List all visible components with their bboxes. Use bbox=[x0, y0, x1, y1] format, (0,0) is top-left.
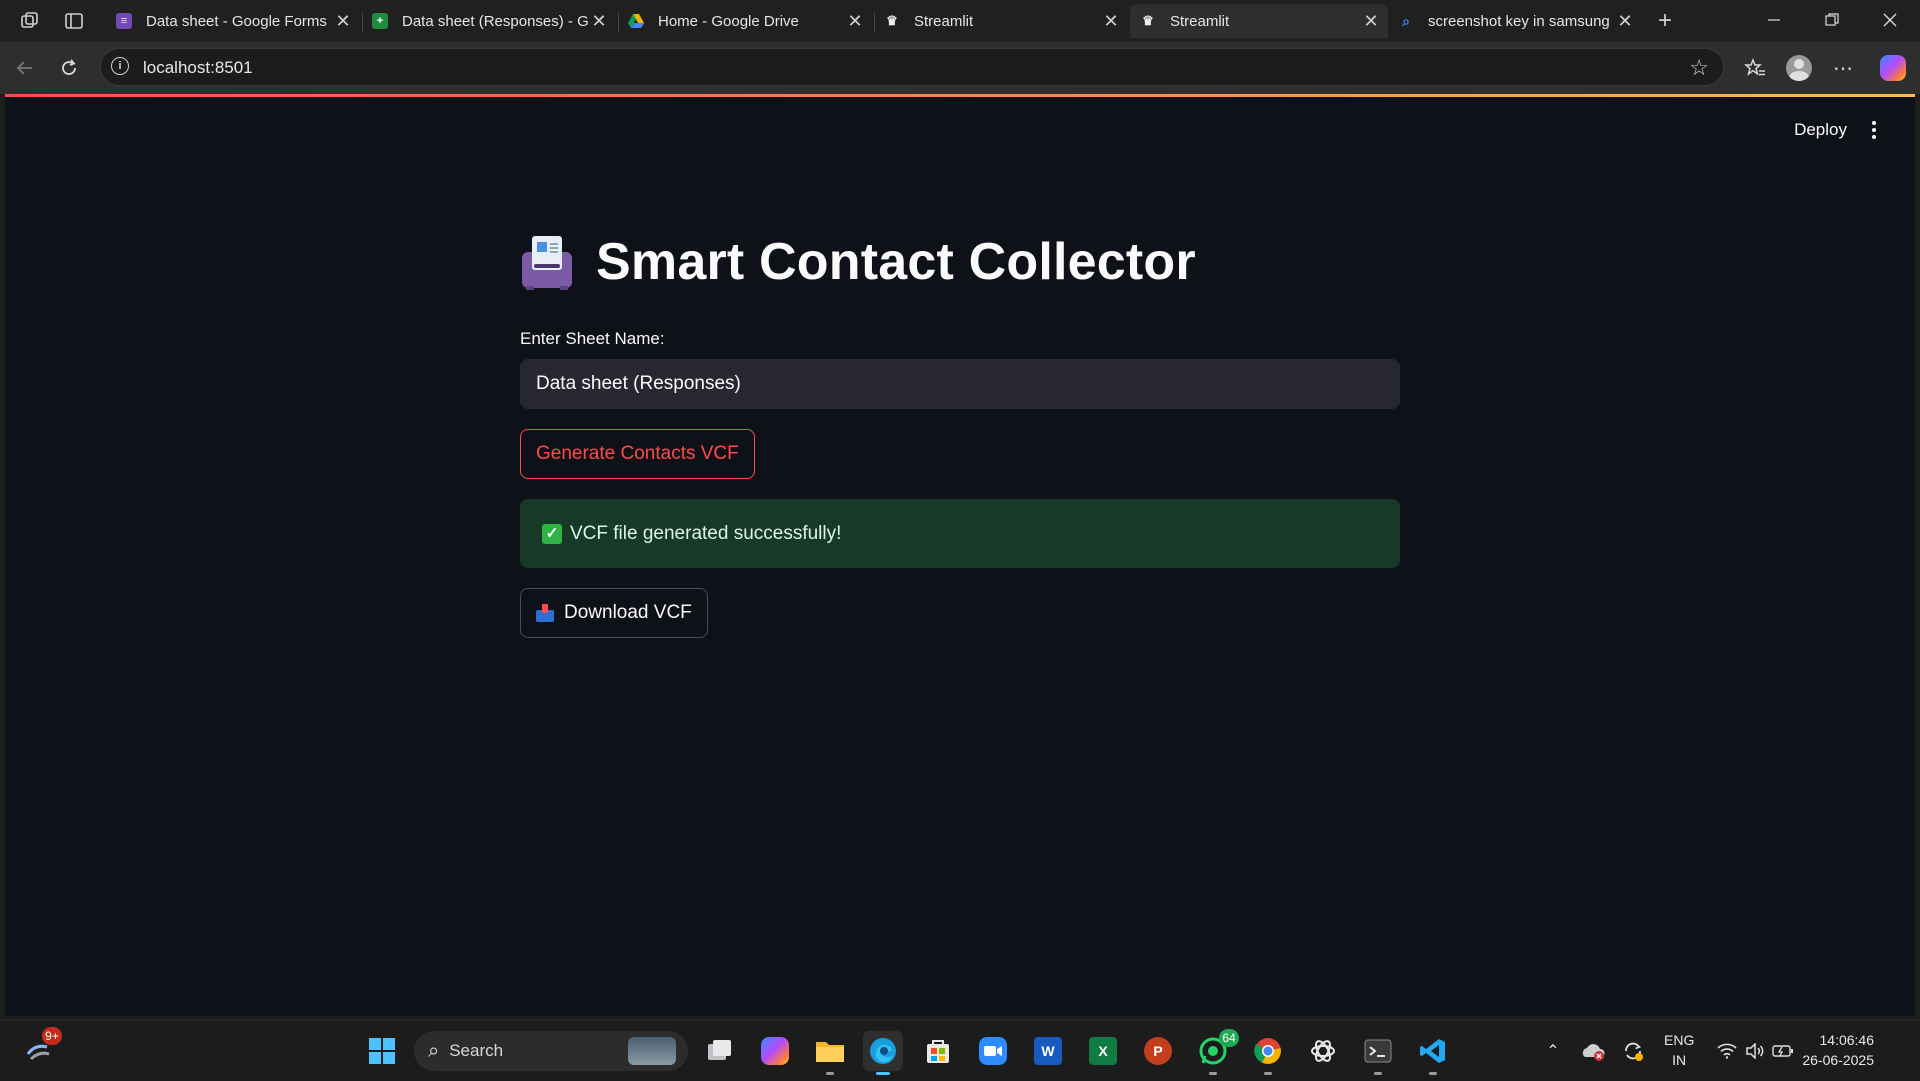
tab-bing-search[interactable]: ⌕ screenshot key in samsung ✕ bbox=[1388, 4, 1642, 38]
google-sheets-icon: + bbox=[372, 13, 388, 29]
streamlit-app: Deploy Smart Contact Collector Enter She… bbox=[5, 94, 1915, 1016]
input-language-indicator[interactable]: ENG IN bbox=[1664, 1030, 1694, 1070]
taskbar-search-box[interactable]: ⌕ Search bbox=[414, 1031, 688, 1071]
download-vcf-button[interactable]: Download VCF bbox=[520, 588, 708, 638]
onedrive-error-icon[interactable] bbox=[1578, 1031, 1608, 1071]
tab-title: Streamlit bbox=[1170, 12, 1230, 30]
chatgpt-icon[interactable] bbox=[1303, 1031, 1343, 1071]
search-icon: ⌕ bbox=[1402, 12, 1410, 29]
search-highlight-image bbox=[628, 1037, 676, 1065]
powerpoint-icon[interactable]: P bbox=[1138, 1031, 1178, 1071]
word-icon[interactable]: W bbox=[1028, 1031, 1068, 1071]
minimize-button[interactable] bbox=[1746, 0, 1802, 40]
check-mark-icon: ✓ bbox=[542, 523, 562, 544]
language-code: ENG bbox=[1664, 1032, 1695, 1048]
url-text[interactable]: localhost:8501 bbox=[143, 58, 253, 78]
close-tab-icon[interactable]: ✕ bbox=[1614, 11, 1636, 32]
browser-tab-strip: ≡ Data sheet - Google Forms ✕ + Data she… bbox=[0, 0, 1920, 42]
search-placeholder: Search bbox=[449, 1041, 504, 1060]
excel-icon[interactable]: X bbox=[1083, 1031, 1123, 1071]
tab-title: Data sheet (Responses) - G bbox=[402, 12, 588, 30]
terminal-icon[interactable] bbox=[1358, 1031, 1398, 1075]
plus-icon: + bbox=[1657, 7, 1672, 34]
volume-icon[interactable] bbox=[1742, 1031, 1768, 1071]
vertical-tabs-icon[interactable] bbox=[57, 6, 91, 36]
deploy-button[interactable]: Deploy bbox=[1794, 120, 1847, 140]
tab-title: Streamlit bbox=[914, 12, 974, 30]
system-clock[interactable]: 14:06:46 26-06-2025 bbox=[1802, 1030, 1874, 1070]
zoom-icon[interactable] bbox=[973, 1031, 1013, 1071]
tab-title: Home - Google Drive bbox=[658, 12, 799, 30]
close-tab-icon[interactable]: ✕ bbox=[844, 11, 866, 32]
generate-contacts-vcf-button[interactable]: Generate Contacts VCF bbox=[520, 429, 755, 479]
reload-button[interactable] bbox=[52, 52, 86, 84]
task-view-icon[interactable] bbox=[700, 1031, 740, 1071]
search-icon: ⌕ bbox=[428, 1039, 440, 1062]
copilot-icon bbox=[1880, 55, 1906, 81]
restore-button[interactable] bbox=[1804, 0, 1860, 40]
close-window-button[interactable] bbox=[1862, 0, 1918, 40]
card-index-dividers-icon bbox=[520, 234, 574, 290]
close-tab-icon[interactable]: ✕ bbox=[332, 11, 354, 32]
clock-time: 14:06:46 bbox=[1819, 1032, 1875, 1048]
avatar bbox=[1786, 55, 1812, 81]
streamlit-icon: ♛ bbox=[1142, 13, 1154, 28]
back-button[interactable] bbox=[8, 52, 42, 84]
tab-streamlit-active[interactable]: ♛ Streamlit ✕ bbox=[1130, 4, 1388, 38]
sync-icon[interactable] bbox=[1618, 1031, 1648, 1071]
google-forms-icon: ≡ bbox=[116, 13, 132, 29]
browser-toolbar: i localhost:8501 ☆ ⋯ bbox=[0, 42, 1920, 94]
widgets-badge: 9+ bbox=[42, 1027, 62, 1045]
tab-title: screenshot key in samsung bbox=[1428, 12, 1610, 30]
close-tab-icon[interactable]: ✕ bbox=[588, 11, 610, 32]
favorites-icon[interactable] bbox=[1738, 52, 1772, 84]
address-bar[interactable]: i localhost:8501 ☆ bbox=[100, 48, 1724, 86]
header-decoration-bar bbox=[5, 94, 1915, 97]
file-explorer-icon[interactable] bbox=[810, 1031, 850, 1075]
tab-google-sheets[interactable]: + Data sheet (Responses) - G ✕ bbox=[362, 4, 616, 38]
edge-icon[interactable] bbox=[863, 1031, 903, 1075]
wifi-icon[interactable] bbox=[1714, 1031, 1740, 1071]
show-hidden-icons-chevron-icon[interactable]: ⌃ bbox=[1540, 1031, 1566, 1071]
copilot-sidebar-button[interactable] bbox=[1876, 52, 1910, 84]
main-menu-icon[interactable] bbox=[1865, 118, 1883, 142]
page-title: Smart Contact Collector bbox=[596, 233, 1196, 291]
clock-date: 26-06-2025 bbox=[1802, 1052, 1874, 1068]
whatsapp-icon[interactable]: 64 bbox=[1193, 1029, 1239, 1075]
whatsapp-badge: 64 bbox=[1219, 1029, 1239, 1047]
tab-streamlit-1[interactable]: ♛ Streamlit ✕ bbox=[874, 4, 1128, 38]
windows-taskbar: 9+ ⌕ Search W X P 64 ⌃ ENG IN 14:06:46 2… bbox=[0, 1020, 1920, 1081]
battery-icon[interactable] bbox=[1770, 1031, 1796, 1071]
site-info-icon[interactable]: i bbox=[111, 57, 129, 75]
sheet-name-input[interactable] bbox=[520, 359, 1400, 409]
download-vcf-label: Download VCF bbox=[564, 602, 692, 623]
close-tab-icon[interactable]: ✕ bbox=[1100, 11, 1122, 32]
close-tab-icon[interactable]: ✕ bbox=[1360, 11, 1382, 32]
sheet-name-label: Enter Sheet Name: bbox=[520, 329, 665, 348]
region-code: IN bbox=[1672, 1052, 1687, 1068]
tab-title: Data sheet - Google Forms bbox=[146, 12, 327, 30]
google-drive-icon bbox=[628, 13, 644, 29]
ms-store-icon[interactable] bbox=[918, 1031, 958, 1071]
widgets-button[interactable]: 9+ bbox=[20, 1027, 62, 1071]
inbox-tray-icon bbox=[536, 604, 554, 622]
chrome-icon[interactable] bbox=[1248, 1031, 1288, 1075]
copilot-icon[interactable] bbox=[755, 1031, 795, 1071]
settings-more-icon[interactable]: ⋯ bbox=[1826, 52, 1860, 84]
success-message: VCF file generated successfully! bbox=[570, 522, 842, 544]
profile-button[interactable] bbox=[1782, 52, 1816, 84]
tab-google-drive[interactable]: Home - Google Drive ✕ bbox=[618, 4, 872, 38]
streamlit-icon: ♛ bbox=[886, 13, 898, 28]
success-alert: ✓ VCF file generated successfully! bbox=[520, 499, 1400, 568]
vscode-icon[interactable] bbox=[1413, 1031, 1453, 1075]
new-tab-button[interactable]: + bbox=[1648, 6, 1682, 36]
windows-start-icon[interactable] bbox=[362, 1031, 402, 1071]
workspaces-icon[interactable] bbox=[13, 6, 47, 36]
favorite-star-icon[interactable]: ☆ bbox=[1689, 55, 1709, 81]
page-header: Smart Contact Collector bbox=[520, 232, 1196, 292]
tab-google-forms[interactable]: ≡ Data sheet - Google Forms ✕ bbox=[106, 4, 360, 38]
